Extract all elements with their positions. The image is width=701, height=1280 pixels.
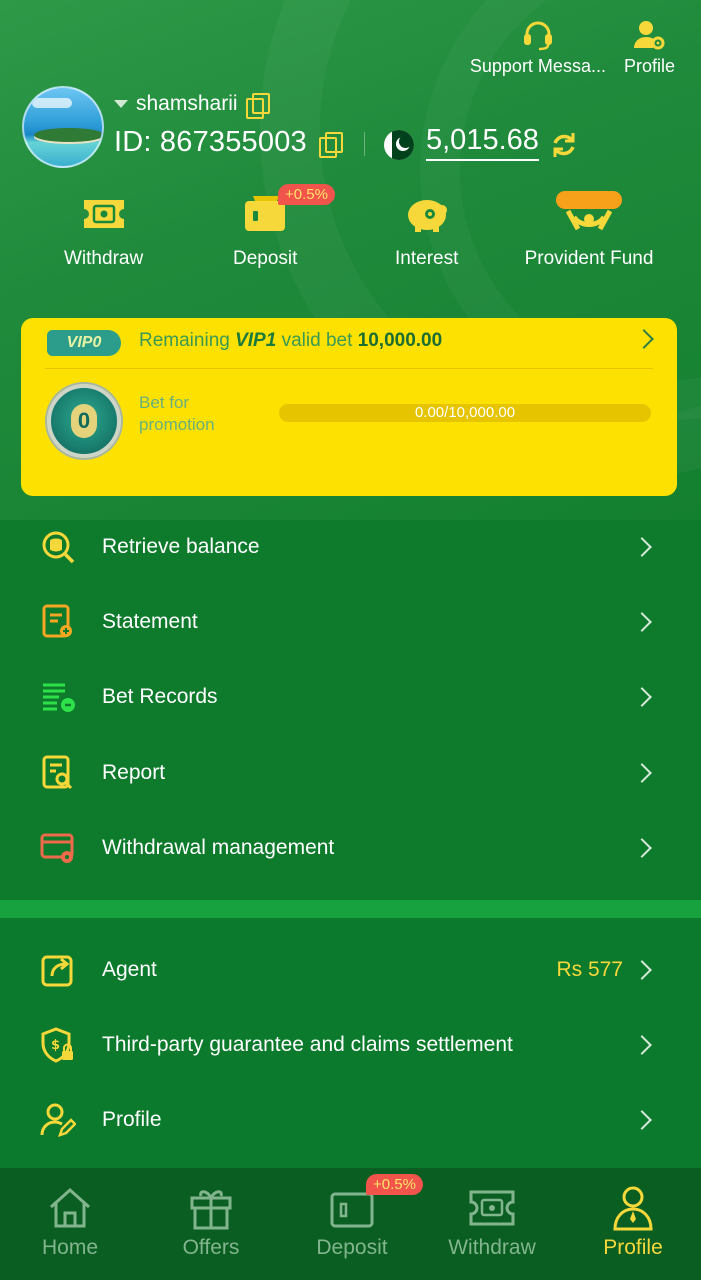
quick-provident-fund-button[interactable]: Provident Fund xyxy=(521,190,657,270)
nav-home-label: Home xyxy=(41,1236,99,1259)
nav-deposit-bonus-badge: +0.5% xyxy=(366,1174,423,1195)
svg-text:$: $ xyxy=(51,1038,60,1053)
menu-item-report[interactable]: Report xyxy=(0,736,701,810)
menu-label: Retrieve balance xyxy=(102,535,260,558)
support-messages-label: Support Messa... xyxy=(469,56,606,76)
shield-lock-icon: $ xyxy=(40,1027,76,1063)
menu-item-bet-records[interactable]: Bet Records xyxy=(0,660,701,734)
menu-item-third-party-guarantee[interactable]: $ Third-party guarantee and claims settl… xyxy=(0,1008,701,1082)
menu-label: Bet Records xyxy=(102,685,218,708)
support-messages-button[interactable]: Support Messa... xyxy=(470,18,606,77)
chevron-right-icon xyxy=(632,687,652,707)
vip-next-level: VIP1 xyxy=(235,330,277,351)
avatar[interactable] xyxy=(22,86,104,168)
bet-for-promotion-label: Bet for promotion xyxy=(139,393,215,434)
deposit-bonus-badge: +0.5% xyxy=(278,184,335,205)
user-gear-icon xyxy=(632,18,666,52)
menu-item-retrieve-balance[interactable]: Retrieve balance xyxy=(0,510,701,584)
top-actions: Support Messa... Profile xyxy=(470,18,675,77)
ticket-icon xyxy=(80,190,128,238)
menu-label: Profile xyxy=(102,1108,162,1131)
hands-coin-icon xyxy=(521,190,657,238)
nav-profile-label: Profile xyxy=(603,1236,663,1259)
refresh-icon[interactable] xyxy=(550,131,578,159)
bet-records-icon xyxy=(40,679,76,715)
piggy-bank-icon xyxy=(403,190,451,238)
nav-home[interactable]: Home xyxy=(30,1168,110,1280)
section-divider xyxy=(0,900,701,918)
user-id: ID: 867355003 xyxy=(114,126,307,158)
pakistan-flag-icon xyxy=(384,130,414,160)
home-icon xyxy=(46,1186,94,1230)
quick-provident-fund-label: Provident Fund xyxy=(524,248,654,269)
menu-item-profile[interactable]: Profile xyxy=(0,1083,701,1157)
card-gear-icon xyxy=(40,830,76,866)
report-icon xyxy=(40,755,76,791)
quick-deposit-label: Deposit xyxy=(233,248,298,269)
headset-icon xyxy=(521,18,555,52)
menu-label: Report xyxy=(102,761,166,784)
user-id-row: ID: 867355003 xyxy=(114,126,343,159)
menu-item-statement[interactable]: Statement xyxy=(0,585,701,659)
nav-offers-label: Offers xyxy=(182,1236,240,1259)
vip-remaining-text: Remaining VIP1 valid bet 10,000.00 xyxy=(139,330,442,352)
divider xyxy=(364,132,365,156)
agent-commission-value: Rs 577 xyxy=(556,958,623,981)
chevron-right-icon xyxy=(632,537,652,557)
bottom-nav: Home Offers Deposit +0.5% Withdraw Profi… xyxy=(0,1168,701,1280)
user-edit-icon xyxy=(40,1102,76,1138)
chevron-right-icon xyxy=(632,763,652,783)
menu-item-withdrawal-management[interactable]: Withdrawal management xyxy=(0,811,701,885)
vip-medal-icon: 0 xyxy=(47,384,121,458)
vip-amount: 10,000.00 xyxy=(357,330,443,351)
search-coins-icon xyxy=(40,529,76,565)
balance-amount: 5,015.68 xyxy=(426,124,539,161)
username: shamsharii xyxy=(136,92,238,115)
vip-medal-level: 0 xyxy=(71,404,97,438)
quick-interest-label: Interest xyxy=(395,248,459,269)
chevron-right-icon xyxy=(632,612,652,632)
quick-interest-button[interactable]: Interest xyxy=(395,190,458,270)
top-profile-button[interactable]: Profile xyxy=(624,18,675,77)
top-profile-label: Profile xyxy=(623,56,675,76)
vip-card[interactable]: VIP0 Remaining VIP1 valid bet 10,000.00 … xyxy=(21,318,677,496)
nav-deposit-label: Deposit xyxy=(316,1236,388,1259)
chevron-down-icon[interactable] xyxy=(114,100,128,108)
vip-valid-bet-text: valid bet xyxy=(281,330,353,351)
user-icon xyxy=(609,1186,657,1231)
nav-offers[interactable]: Offers xyxy=(171,1168,251,1280)
divider xyxy=(45,368,653,369)
quick-withdraw-label: Withdraw xyxy=(64,248,144,269)
chevron-right-icon xyxy=(632,1110,652,1130)
secondary-menu: Agent Rs 577 $ Third-party guarantee and… xyxy=(0,918,701,1170)
gift-icon xyxy=(187,1186,235,1230)
share-icon xyxy=(40,952,76,988)
chevron-right-icon xyxy=(632,1035,652,1055)
chevron-right-icon xyxy=(632,960,652,980)
ticket-icon xyxy=(468,1186,516,1230)
chevron-right-icon xyxy=(632,838,652,858)
statement-icon xyxy=(40,604,76,640)
nav-withdraw-label: Withdraw xyxy=(448,1236,536,1259)
menu-label: Statement xyxy=(102,610,198,633)
nav-withdraw[interactable]: Withdraw xyxy=(442,1168,542,1280)
username-row: shamsharii xyxy=(114,92,270,119)
menu-label: Third-party guarantee and claims settlem… xyxy=(102,1033,513,1056)
vip-remaining-prefix: Remaining xyxy=(139,330,230,351)
copy-icon[interactable] xyxy=(318,131,343,158)
menu-label: Withdrawal management xyxy=(102,836,335,859)
menu-label: Agent xyxy=(102,958,157,981)
nav-profile[interactable]: Profile xyxy=(593,1168,673,1280)
chevron-right-icon[interactable] xyxy=(634,329,654,349)
menu-item-agent[interactable]: Agent Rs 577 xyxy=(0,933,701,1007)
progress-text: 0.00/10,000.00 xyxy=(414,404,516,421)
promotion-progress-bar: 0.00/10,000.00 xyxy=(279,404,651,422)
copy-icon[interactable] xyxy=(245,93,270,119)
vip-level-tag: VIP0 xyxy=(47,330,121,356)
quick-withdraw-button[interactable]: Withdraw xyxy=(64,190,143,270)
